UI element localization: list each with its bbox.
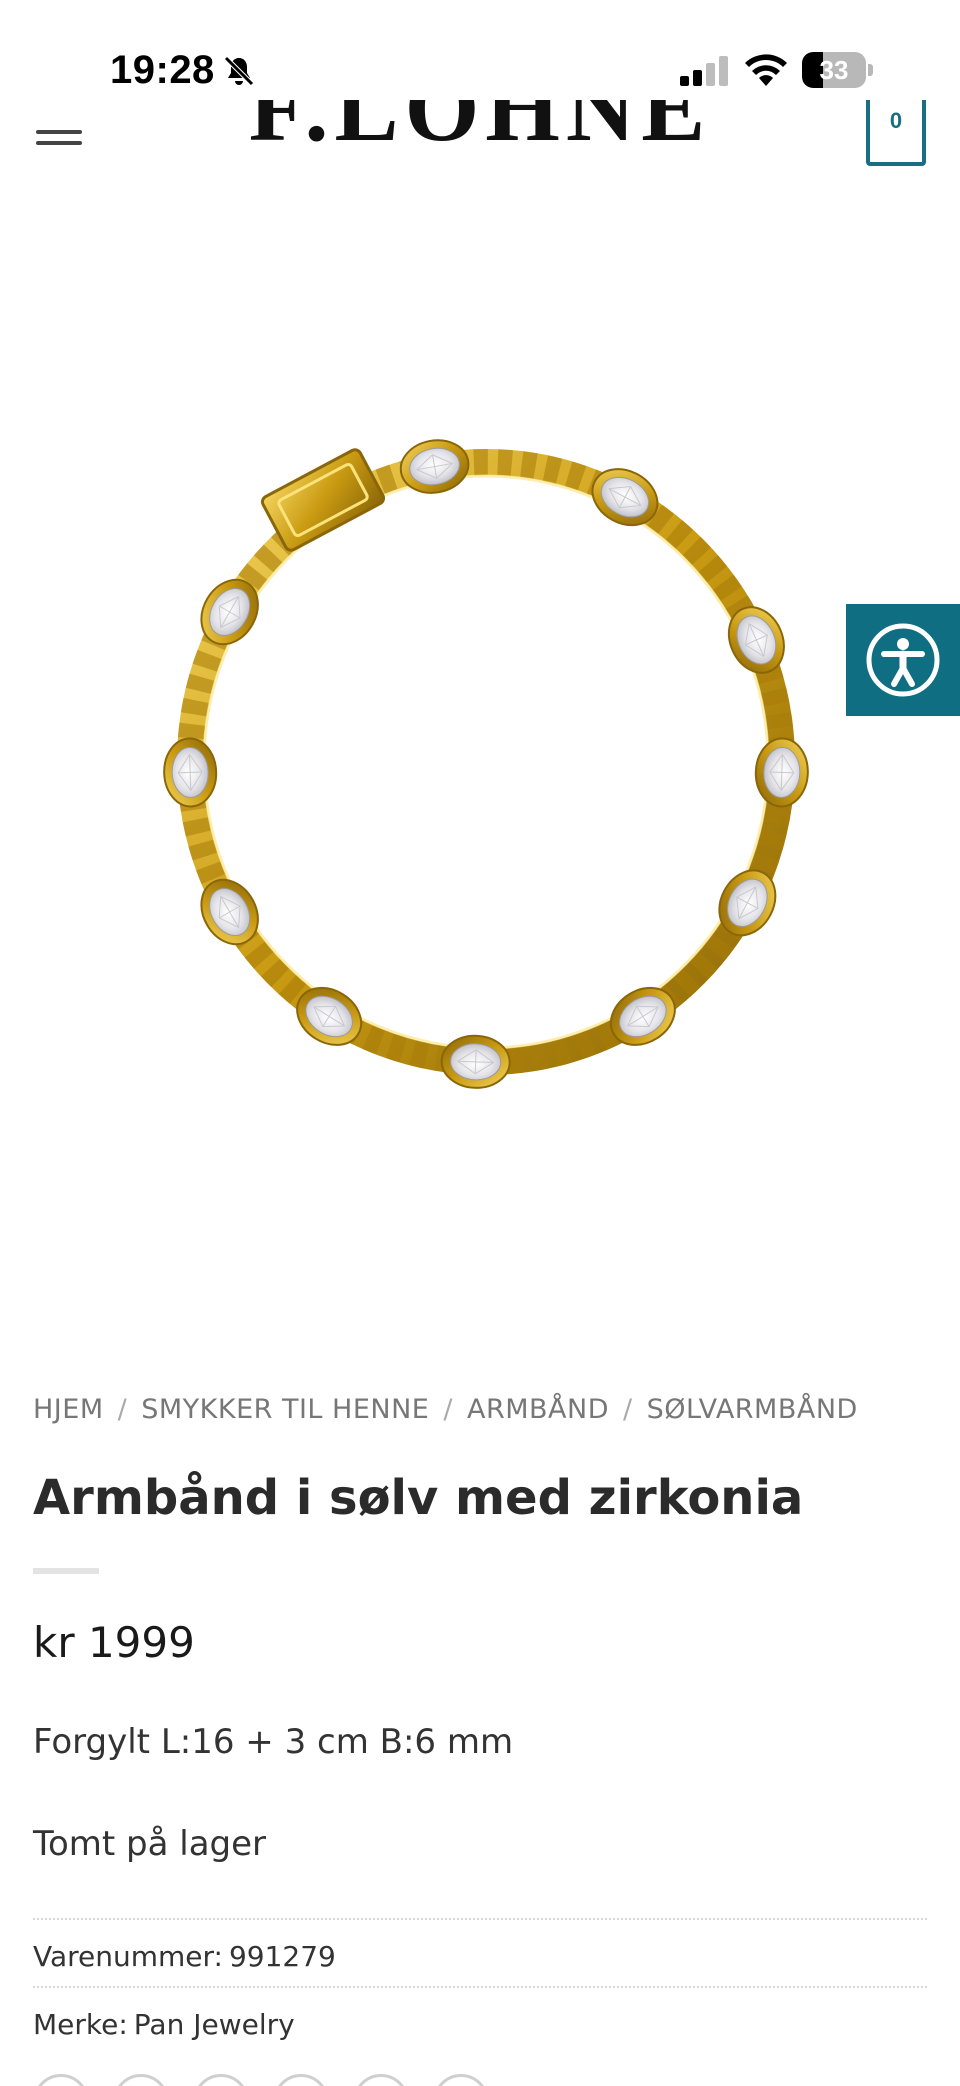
breadcrumb-separator: / bbox=[117, 1394, 128, 1425]
breadcrumb-item-home[interactable]: HJEM bbox=[33, 1394, 104, 1425]
wifi-icon bbox=[745, 54, 787, 86]
share-button[interactable] bbox=[33, 2074, 89, 2086]
product-image[interactable] bbox=[0, 230, 960, 1280]
accessibility-button[interactable] bbox=[846, 604, 960, 716]
share-button[interactable] bbox=[113, 2074, 169, 2086]
cart-icon[interactable]: 0 bbox=[866, 100, 926, 166]
battery-percent: 33 bbox=[819, 55, 849, 85]
breadcrumb: HJEM / SMYKKER TIL HENNE / ARMBÅND / SØLVARMBÅ… bbox=[33, 1394, 858, 1425]
product-price: kr 1999 bbox=[33, 1618, 195, 1667]
zirconia-stone bbox=[754, 737, 809, 808]
title-divider bbox=[33, 1568, 99, 1574]
breadcrumb-item-jewelry-for-her[interactable]: SMYKKER TIL HENNE bbox=[141, 1394, 429, 1425]
brand-label: Merke: bbox=[33, 2008, 128, 2041]
share-button[interactable] bbox=[353, 2074, 409, 2086]
battery-icon: 33 bbox=[802, 52, 874, 88]
share-button[interactable] bbox=[193, 2074, 249, 2086]
brand-value[interactable]: Pan Jewelry bbox=[134, 2008, 295, 2041]
share-buttons bbox=[33, 2074, 927, 2086]
breadcrumb-separator: / bbox=[443, 1394, 453, 1425]
breadcrumb-item-silver-bracelets[interactable]: SØLVARMBÅND bbox=[647, 1394, 858, 1425]
brand-row: Merke: Pan Jewelry bbox=[33, 1986, 927, 2054]
bell-slash-icon bbox=[224, 56, 254, 86]
sku-value: 991279 bbox=[228, 1940, 336, 1973]
clasp bbox=[260, 448, 386, 552]
accessibility-icon bbox=[866, 623, 940, 697]
cellular-signal-icon bbox=[680, 56, 728, 86]
share-button[interactable] bbox=[273, 2074, 329, 2086]
status-time: 19:28 bbox=[110, 48, 215, 92]
site-logo[interactable]: F.LOHNE bbox=[0, 100, 960, 156]
zirconia-stone bbox=[163, 737, 218, 808]
breadcrumb-item-bracelets[interactable]: ARMBÅND bbox=[467, 1394, 609, 1425]
sku-label: Varenummer: bbox=[33, 1940, 223, 1973]
share-button[interactable] bbox=[433, 2074, 489, 2086]
sku-row: Varenummer: 991279 bbox=[33, 1918, 927, 1986]
stock-status: Tomt på lager bbox=[33, 1824, 267, 1864]
zirconia-stone bbox=[440, 1034, 511, 1089]
breadcrumb-separator: / bbox=[623, 1394, 633, 1425]
site-header: F.LOHNE 0 bbox=[0, 100, 960, 180]
cart-count: 0 bbox=[889, 108, 903, 133]
product-description: Forgylt L:16 + 3 cm B:6 mm bbox=[33, 1722, 514, 1762]
product-title: Armbånd i sølv med zirkonia bbox=[33, 1470, 804, 1526]
